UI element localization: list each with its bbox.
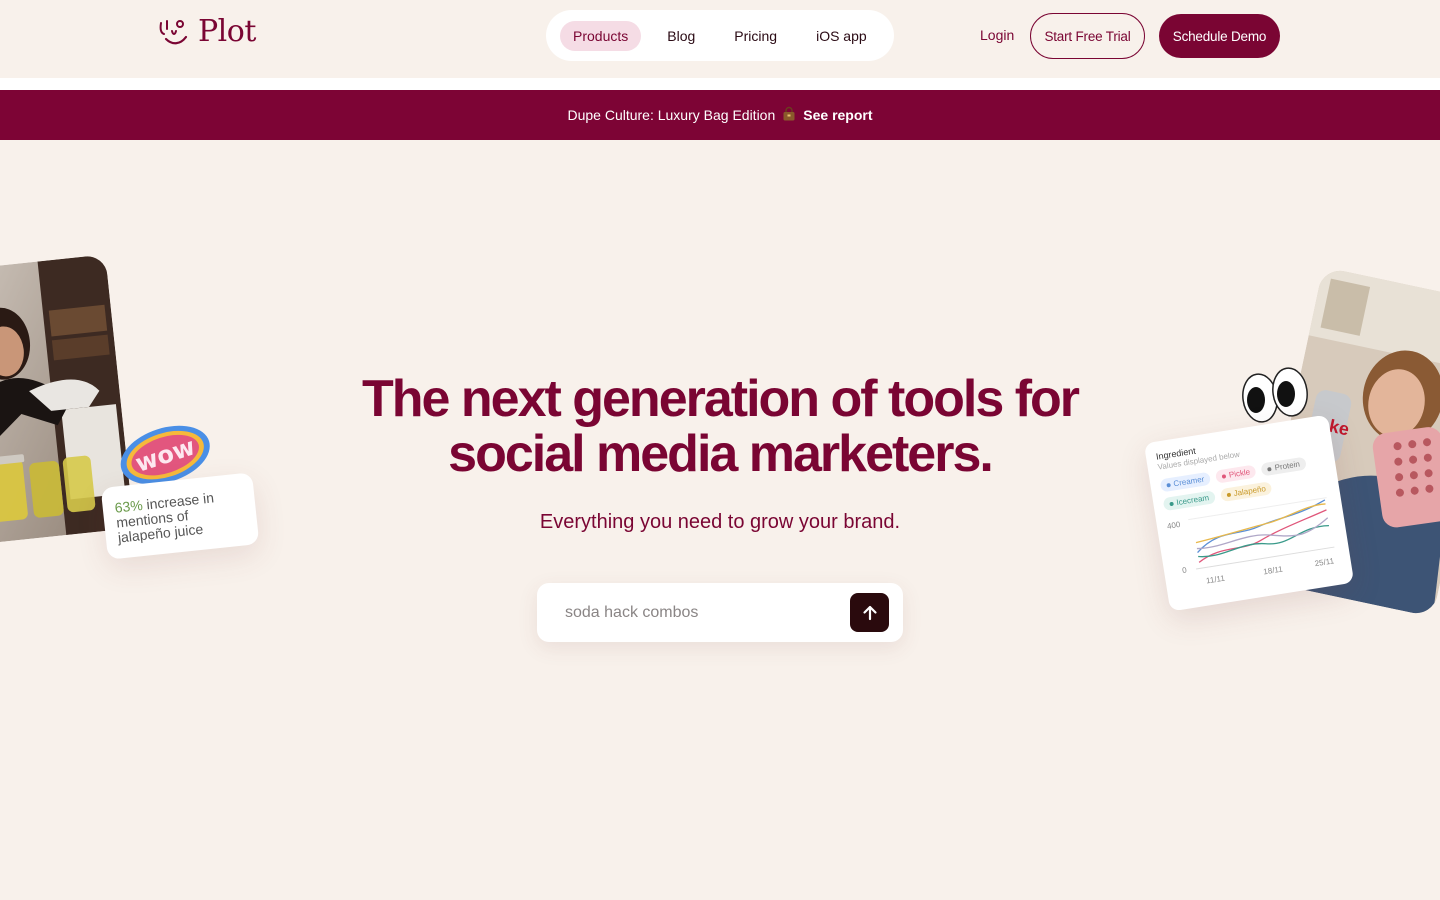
- hero-title-line-1: The next generation of tools for: [361, 370, 1080, 428]
- x-tick-label: 18/11: [1263, 564, 1284, 576]
- hero-search: [537, 583, 903, 642]
- chip-icecream[interactable]: Icecream: [1162, 490, 1216, 512]
- submit-button[interactable]: [850, 593, 889, 632]
- hero-title-line-2: social media marketers.: [448, 425, 994, 483]
- chip-jalapeno[interactable]: Jalapeño: [1219, 481, 1273, 503]
- series-pickle-line: [1198, 509, 1327, 563]
- handbag-icon: [781, 106, 797, 125]
- plot-face-icon: [159, 19, 188, 44]
- chip-pickle[interactable]: Pickle: [1215, 464, 1257, 484]
- chip-creamer[interactable]: Creamer: [1159, 471, 1212, 493]
- schedule-demo-button[interactable]: Schedule Demo: [1159, 14, 1280, 58]
- y-tick-label: 400: [1166, 520, 1181, 531]
- search-input[interactable]: [565, 583, 845, 642]
- series-jalapeno-line: [1195, 503, 1326, 544]
- chip-protein[interactable]: Protein: [1260, 456, 1307, 477]
- nav-blog[interactable]: Blog: [654, 21, 708, 51]
- chip-dot: [1169, 501, 1174, 506]
- trend-line-chart: 400 0 11/11 18/11 25/11: [1166, 497, 1335, 586]
- nav-ios-app[interactable]: iOS app: [803, 21, 880, 51]
- hero-subtitle: Everything you need to grow your brand.: [539, 511, 901, 533]
- ingredient-chart-card: Ingredient Values displayed below Creame…: [1143, 414, 1355, 612]
- stat-card: 63% increase in mentions of jalapeño jui…: [100, 472, 260, 560]
- chip-label: Creamer: [1172, 474, 1205, 489]
- series-protein-line: [1196, 517, 1329, 550]
- chip-dot: [1267, 466, 1273, 471]
- chip-label: Jalapeño: [1232, 484, 1267, 499]
- start-free-trial-button[interactable]: Start Free Trial: [1030, 13, 1145, 59]
- arrow-up-icon: [862, 605, 877, 620]
- y-tick-label: 0: [1181, 565, 1187, 575]
- see-report-link[interactable]: See report: [803, 107, 872, 123]
- header-divider: [0, 78, 1440, 90]
- chip-dot: [1221, 473, 1227, 479]
- chip-label: Protein: [1274, 459, 1301, 473]
- hero-title: The next generation of tools for social …: [320, 372, 1120, 482]
- chip-dot: [1166, 482, 1171, 488]
- logo-text: Plot: [198, 14, 256, 49]
- login-link[interactable]: Login: [980, 27, 1014, 43]
- nav-pricing[interactable]: Pricing: [721, 21, 790, 51]
- nav-products[interactable]: Products: [560, 20, 642, 51]
- chip-label: Pickle: [1228, 467, 1251, 480]
- announcement-banner: Dupe Culture: Luxury Bag Edition See rep…: [0, 90, 1440, 140]
- banner-text: Dupe Culture: Luxury Bag Edition: [567, 107, 776, 123]
- site-header: Plot Products Blog Pricing iOS app Login…: [0, 0, 1440, 78]
- x-tick-label: 25/11: [1314, 556, 1335, 568]
- chip-label: Icecream: [1175, 493, 1210, 508]
- x-tick-label: 11/11: [1205, 574, 1226, 586]
- main-nav: Products Blog Pricing iOS app: [546, 10, 894, 61]
- chip-dot: [1226, 492, 1232, 497]
- logo[interactable]: Plot: [158, 14, 256, 49]
